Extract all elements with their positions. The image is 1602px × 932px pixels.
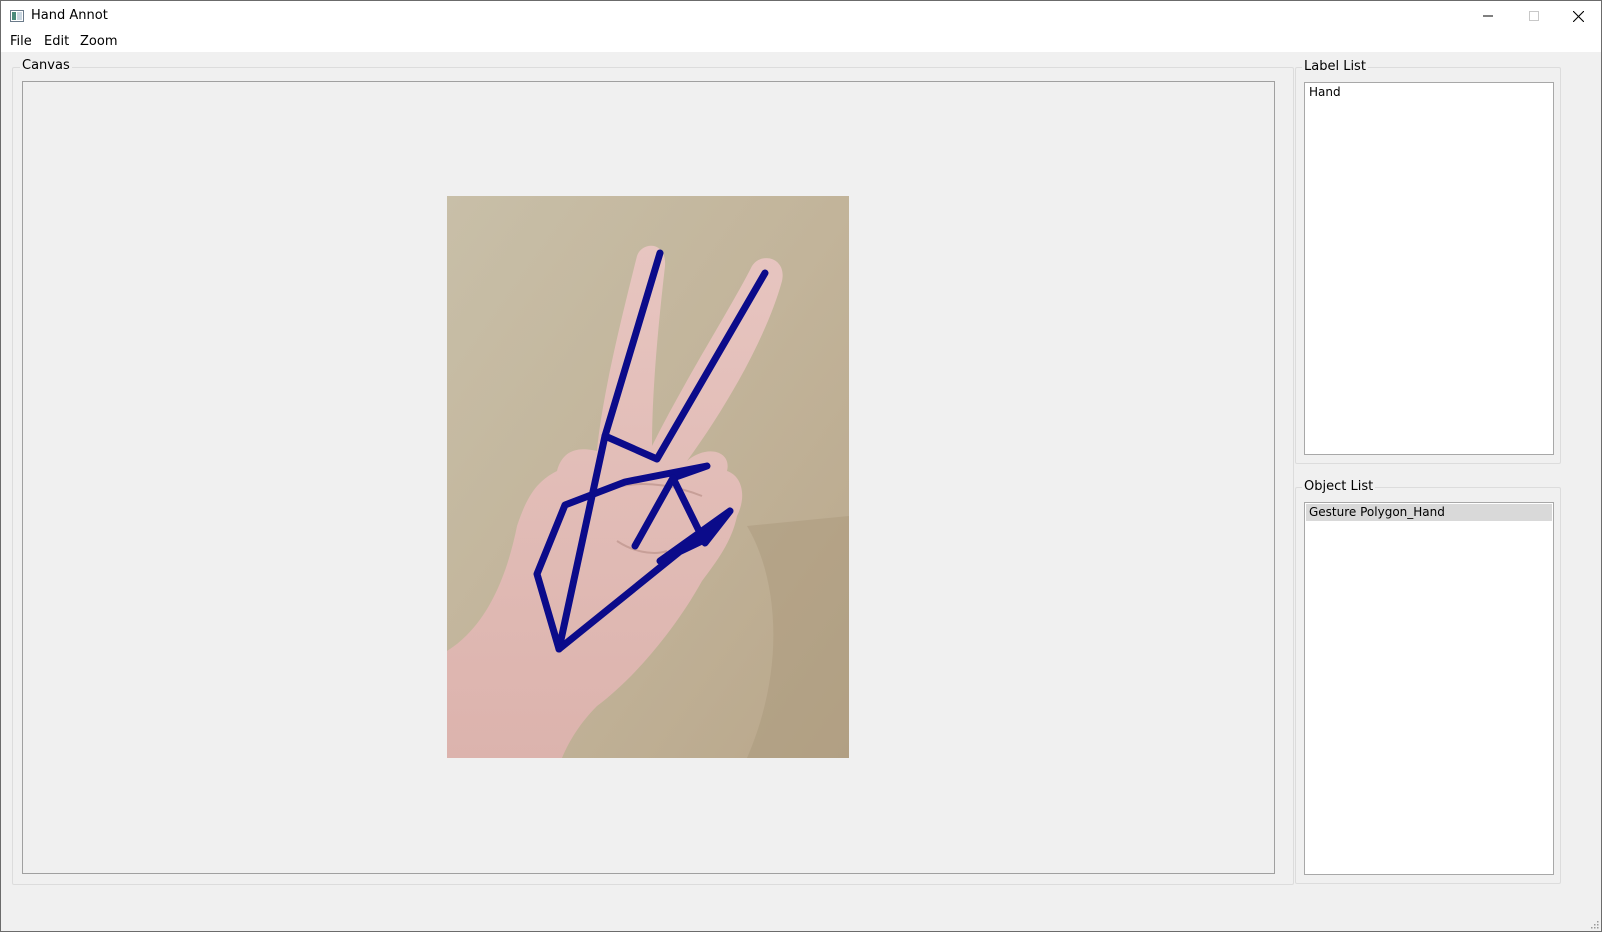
object-list-item-gesture-polygon-hand[interactable]: Gesture Polygon_Hand [1306, 504, 1552, 521]
close-icon [1572, 10, 1584, 22]
maximize-button[interactable] [1511, 1, 1557, 31]
hand-image [447, 196, 849, 758]
canvas-group-title: Canvas [20, 58, 72, 73]
minimize-icon [1483, 15, 1493, 17]
close-button[interactable] [1555, 1, 1601, 31]
label-list[interactable]: Hand [1304, 82, 1554, 455]
app-window-icon [10, 10, 24, 22]
label-list-item-hand[interactable]: Hand [1306, 84, 1552, 101]
menu-edit[interactable]: Edit [43, 34, 70, 49]
object-list-title: Object List [1302, 479, 1376, 494]
object-list[interactable]: Gesture Polygon_Hand [1304, 502, 1554, 875]
app-window: Hand Annot File Edit Zoom Canvas Label L… [0, 0, 1602, 932]
menu-file[interactable]: File [9, 34, 33, 49]
menu-zoom[interactable]: Zoom [79, 34, 118, 49]
label-list-title: Label List [1302, 59, 1368, 74]
minimize-button[interactable] [1465, 1, 1511, 31]
menu-bar: File Edit Zoom [1, 31, 1601, 52]
size-grip-icon[interactable] [1589, 919, 1599, 929]
hand-photo[interactable] [447, 196, 849, 758]
window-title: Hand Annot [31, 8, 108, 23]
title-bar[interactable]: Hand Annot [1, 1, 1601, 31]
maximize-icon [1529, 11, 1539, 21]
